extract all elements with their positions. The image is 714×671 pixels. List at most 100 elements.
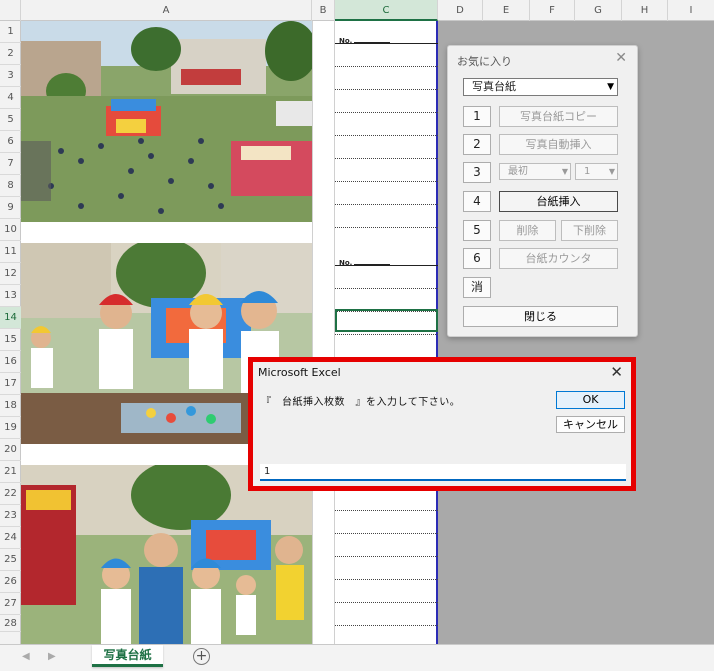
column-header-f[interactable]: F — [530, 0, 575, 21]
row-header[interactable]: 24 — [0, 527, 21, 549]
step-3-button[interactable]: 3 — [463, 162, 491, 183]
row-header[interactable]: 9 — [0, 197, 21, 219]
step-4-button[interactable]: 4 — [463, 191, 491, 212]
dialog-message: 『 台紙挿入枚数 』を入力して下さい。 — [261, 397, 461, 408]
row-header[interactable]: 14 — [0, 307, 21, 329]
position-select[interactable]: 最初 ▼ — [499, 163, 571, 180]
chevron-down-icon: ▼ — [561, 167, 568, 176]
column-header-bar: A B C D E F G H I — [0, 0, 714, 21]
row-header[interactable]: 28 — [0, 615, 21, 632]
column-header-h[interactable]: H — [622, 0, 668, 21]
column-b[interactable] — [312, 21, 335, 644]
row-header[interactable]: 20 — [0, 439, 21, 461]
step-6-button[interactable]: 6 — [463, 248, 491, 269]
column-header-e[interactable]: E — [483, 0, 530, 21]
record-line — [335, 579, 438, 580]
record-line — [335, 227, 438, 228]
record-line — [335, 288, 438, 289]
clear-button[interactable]: 消 — [463, 277, 491, 298]
record-line — [335, 181, 438, 182]
row-header[interactable]: 27 — [0, 593, 21, 615]
record-line — [335, 602, 438, 603]
delete-button[interactable]: 削除 — [499, 220, 556, 241]
row-header[interactable]: 6 — [0, 131, 21, 153]
chevron-down-icon: ▼ — [608, 167, 615, 176]
row-header[interactable]: 17 — [0, 373, 21, 395]
ok-button[interactable]: OK — [556, 391, 625, 409]
favorites-close-icon[interactable]: ✕ — [615, 50, 627, 66]
record-line — [335, 135, 438, 136]
row-header[interactable]: 18 — [0, 395, 21, 417]
scroll-left-icon[interactable]: ◀ — [22, 651, 30, 662]
record-line — [335, 112, 438, 113]
template-dropdown-value: 写真台紙 — [472, 80, 516, 93]
row-header[interactable]: 5 — [0, 109, 21, 131]
close-panel-button[interactable]: 閉じる — [463, 306, 618, 327]
row-header[interactable]: 15 — [0, 329, 21, 351]
input-dialog: Microsoft Excel ✕ 『 台紙挿入枚数 』を入力して下さい。 OK… — [248, 357, 636, 491]
record-line — [335, 334, 438, 335]
cancel-button[interactable]: キャンセル — [556, 416, 625, 433]
row-header-bar: 1 2 3 4 5 6 7 8 9 10 11 12 13 14 15 16 17 18 19 20 21 22 23 24 2… — [0, 21, 21, 644]
column-header-a[interactable]: A — [21, 0, 312, 21]
step-2-button[interactable]: 2 — [463, 134, 491, 155]
position-select-value: 最初 — [508, 166, 528, 177]
template-counter-button[interactable]: 台紙カウンタ — [499, 248, 618, 269]
favorites-title: お気に入り — [457, 55, 512, 68]
column-header-c[interactable]: C — [335, 0, 438, 21]
row-header[interactable]: 23 — [0, 505, 21, 527]
selected-cell-c14[interactable] — [335, 309, 438, 332]
worksheet[interactable]: No. No. — [21, 21, 438, 644]
record-line — [335, 43, 438, 44]
column-c-record-lines[interactable]: No. No. — [335, 21, 438, 644]
row-header[interactable]: 22 — [0, 483, 21, 505]
row-header[interactable]: 16 — [0, 351, 21, 373]
insert-template-button[interactable]: 台紙挿入 — [499, 191, 618, 212]
row-header[interactable]: 11 — [0, 241, 21, 263]
record-line — [335, 158, 438, 159]
row-header[interactable]: 7 — [0, 153, 21, 175]
dialog-close-icon[interactable]: ✕ — [610, 363, 623, 381]
count-input-field[interactable]: 1 — [260, 464, 626, 481]
sheet-tab-bar: ◀ ▶ 写真台紙 + — [0, 644, 714, 671]
auto-insert-photo-button[interactable]: 写真自動挿入 — [499, 134, 618, 155]
row-header[interactable]: 12 — [0, 263, 21, 285]
row-header[interactable]: 25 — [0, 549, 21, 571]
row-header[interactable]: 3 — [0, 65, 21, 87]
dropdown-arrow-icon: ▼ — [607, 82, 614, 92]
row-header[interactable]: 26 — [0, 571, 21, 593]
step-1-button[interactable]: 1 — [463, 106, 491, 127]
count-select[interactable]: 1 ▼ — [575, 163, 618, 180]
row-header[interactable]: 2 — [0, 43, 21, 65]
template-dropdown[interactable]: 写真台紙 ▼ — [463, 78, 618, 96]
record-line — [335, 66, 438, 67]
record-line — [335, 510, 438, 511]
row-header[interactable]: 21 — [0, 461, 21, 483]
record-line — [335, 89, 438, 90]
row-header[interactable]: 10 — [0, 219, 21, 241]
add-sheet-icon[interactable]: + — [193, 648, 210, 665]
dialog-title: Microsoft Excel — [258, 366, 341, 379]
row-header[interactable]: 4 — [0, 87, 21, 109]
row-header[interactable]: 8 — [0, 175, 21, 197]
select-all-corner[interactable] — [0, 0, 21, 21]
copy-template-button[interactable]: 写真台紙コピー — [499, 106, 618, 127]
sheet-tab-photo-template[interactable]: 写真台紙 — [92, 645, 163, 667]
favorites-panel: お気に入り ✕ 写真台紙 ▼ 1 写真台紙コピー 2 写真自動挿入 3 最初 ▼ 1… — [447, 45, 638, 337]
scroll-right-icon[interactable]: ▶ — [48, 651, 56, 662]
column-header-d[interactable]: D — [438, 0, 483, 21]
column-header-i[interactable]: I — [668, 0, 714, 21]
record-line — [335, 625, 438, 626]
photo-festival-overview[interactable] — [21, 21, 312, 222]
row-header[interactable]: 1 — [0, 21, 21, 43]
record-line — [335, 265, 438, 266]
column-header-g[interactable]: G — [575, 0, 622, 21]
step-5-button[interactable]: 5 — [463, 220, 491, 241]
photo-teacher-and-kids[interactable] — [21, 465, 312, 644]
column-header-b[interactable]: B — [312, 0, 335, 21]
row-header[interactable]: 13 — [0, 285, 21, 307]
delete-below-button[interactable]: 下削除 — [561, 220, 618, 241]
record-line — [335, 556, 438, 557]
record-line — [335, 533, 438, 534]
row-header[interactable]: 19 — [0, 417, 21, 439]
